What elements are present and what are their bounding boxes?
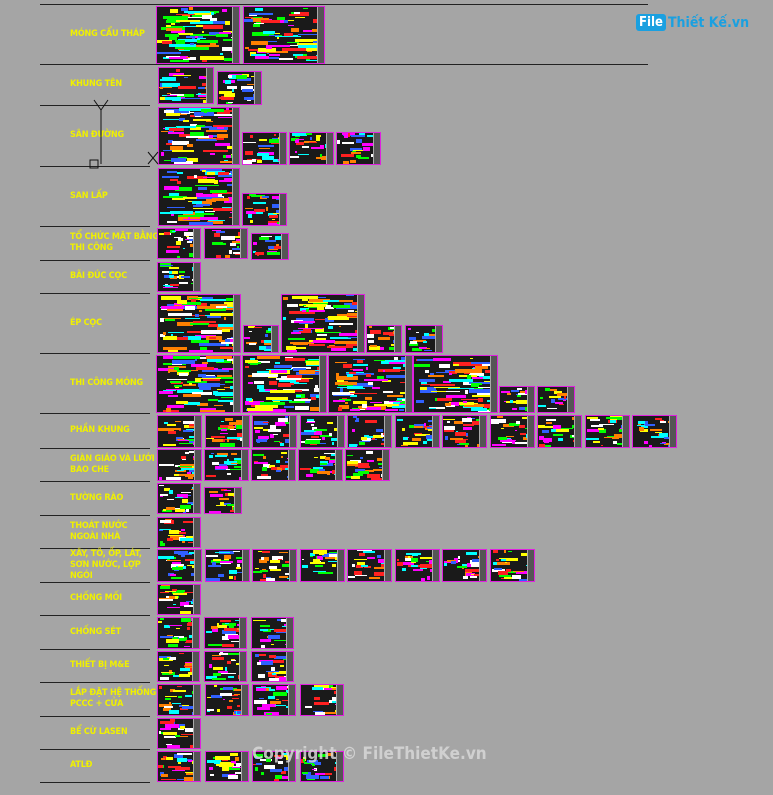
cad-drawing-canvas[interactable]: MÓNG CẨU THÁP KHUNG TÊN SÂN ĐƯỜNG SAN LẤP TỔ… xyxy=(0,0,773,795)
ucs-crosshair-icon xyxy=(89,99,159,169)
copyright-watermark: Copyright © FileThietKe.vn xyxy=(252,744,487,764)
logo-text: Thiết Kế.vn xyxy=(667,14,750,31)
filethietke-logo: File Thiết Kế.vn xyxy=(636,14,749,31)
logo-box: File xyxy=(636,14,666,31)
